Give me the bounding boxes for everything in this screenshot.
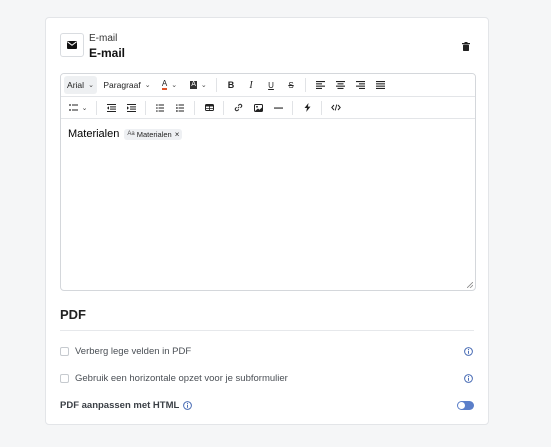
numbered-list-icon: [176, 103, 184, 112]
horizontal-subform-checkbox[interactable]: [60, 373, 69, 383]
info-icon[interactable]: [464, 346, 473, 356]
chevron-down-icon: ⌄: [144, 82, 151, 89]
chevron-down-icon: ⌄: [88, 82, 94, 89]
indent-button[interactable]: [121, 99, 141, 117]
list-style-select[interactable]: ⌄: [64, 99, 92, 117]
image-icon: [253, 103, 263, 112]
link-button[interactable]: [228, 99, 248, 117]
align-right-icon: [355, 81, 365, 89]
email-type-badge: [60, 33, 84, 57]
strikethrough-icon: S: [288, 80, 294, 90]
bold-icon: B: [227, 80, 235, 90]
code-icon: [331, 104, 341, 111]
remove-variable-icon[interactable]: ×: [175, 130, 180, 139]
strikethrough-button[interactable]: S: [281, 76, 301, 94]
variable-chip[interactable]: Aa Materialen ×: [124, 128, 183, 140]
field-header: E-mail E-mail: [60, 32, 474, 72]
font-family-select[interactable]: Arial ⌄: [64, 76, 97, 94]
trash-icon: [462, 41, 470, 51]
toolbar-divider: [305, 78, 306, 92]
toolbar-divider: [145, 100, 146, 115]
indent-icon: [126, 103, 136, 112]
info-icon[interactable]: [183, 400, 193, 410]
underline-button[interactable]: U: [261, 76, 281, 94]
pdf-section-title: PDF: [60, 307, 86, 322]
toolbar-divider: [223, 100, 224, 115]
bullet-list-button[interactable]: [150, 99, 170, 117]
email-field-card: E-mail E-mail Arial ⌄ Paragraaf ⌄ A ⌄ A …: [45, 17, 489, 425]
source-code-button[interactable]: [326, 99, 346, 117]
option-hide-empty-fields: Verberg lege velden in PDF: [60, 344, 474, 358]
chevron-down-icon: ⌄: [171, 82, 178, 89]
envelope-icon: [67, 41, 77, 49]
image-button[interactable]: [248, 99, 268, 117]
chevron-down-icon: ⌄: [200, 82, 207, 89]
align-left-button[interactable]: [310, 76, 330, 94]
field-title[interactable]: E-mail: [89, 46, 125, 60]
hide-empty-fields-checkbox[interactable]: [60, 346, 69, 356]
align-justify-icon: [375, 81, 385, 89]
table-button[interactable]: [199, 99, 219, 117]
paragraph-select[interactable]: Paragraaf ⌄: [101, 76, 153, 94]
toolbar-divider: [321, 100, 322, 115]
toolbar-row-2: ⌄: [61, 97, 475, 119]
toolbar-divider: [194, 100, 195, 115]
link-icon: [234, 103, 242, 112]
lightning-icon: [304, 103, 310, 112]
bold-button[interactable]: B: [221, 76, 241, 94]
horizontal-rule-button[interactable]: [268, 99, 288, 117]
field-type-label: E-mail: [89, 33, 118, 44]
align-right-button[interactable]: [350, 76, 370, 94]
font-family-value: Arial: [67, 80, 85, 90]
horizontal-rule-icon: [273, 107, 283, 109]
toolbar-divider: [292, 100, 293, 115]
align-center-button[interactable]: [330, 76, 350, 94]
outdent-icon: [106, 103, 116, 112]
outdent-button[interactable]: [101, 99, 121, 117]
italic-button[interactable]: I: [241, 76, 261, 94]
section-divider: [60, 330, 474, 331]
paragraph-value: Paragraaf: [103, 80, 141, 90]
italic-icon: I: [249, 79, 253, 91]
chevron-down-icon: ⌄: [81, 104, 88, 112]
table-icon: [204, 104, 214, 111]
info-icon[interactable]: [464, 373, 473, 383]
editor-content[interactable]: Materialen Aa Materialen ×: [61, 120, 475, 290]
toolbar-divider: [216, 78, 217, 92]
list-style-icon: [68, 104, 78, 111]
option-custom-html: PDF aanpassen met HTML: [60, 398, 474, 412]
option-horizontal-subform: Gebruik een horizontale opzet voor je su…: [60, 371, 474, 385]
resize-handle-icon[interactable]: [467, 282, 473, 288]
text-color-button[interactable]: A ⌄: [156, 76, 183, 94]
horizontal-subform-label: Gebruik een horizontale opzet voor je su…: [75, 372, 288, 384]
background-color-button[interactable]: A ⌄: [185, 76, 212, 94]
align-justify-button[interactable]: [370, 76, 390, 94]
toolbar-divider: [96, 100, 97, 115]
delete-field-button[interactable]: [460, 40, 472, 52]
custom-html-toggle[interactable]: [457, 400, 474, 410]
content-text: Materialen: [68, 128, 120, 140]
bullet-list-icon: [156, 103, 164, 112]
hide-empty-fields-label: Verberg lege velden in PDF: [75, 345, 192, 357]
align-center-icon: [335, 81, 345, 89]
toggle-knob: [458, 401, 465, 409]
rich-text-editor: Arial ⌄ Paragraaf ⌄ A ⌄ A ⌄ B I U S ⌄ Ma…: [60, 73, 476, 291]
toolbar-row-1: Arial ⌄ Paragraaf ⌄ A ⌄ A ⌄ B I U S: [61, 74, 475, 97]
text-color-icon: A: [161, 79, 168, 90]
highlight-color-icon: A: [190, 81, 197, 89]
variable-chip-label: Materialen: [136, 129, 172, 139]
numbered-list-button[interactable]: [170, 99, 190, 117]
text-variable-icon: Aa: [127, 131, 135, 137]
insert-variable-button[interactable]: [297, 99, 317, 117]
underline-icon: U: [268, 80, 274, 90]
custom-html-label: PDF aanpassen met HTML: [60, 399, 180, 411]
align-left-icon: [315, 81, 325, 89]
